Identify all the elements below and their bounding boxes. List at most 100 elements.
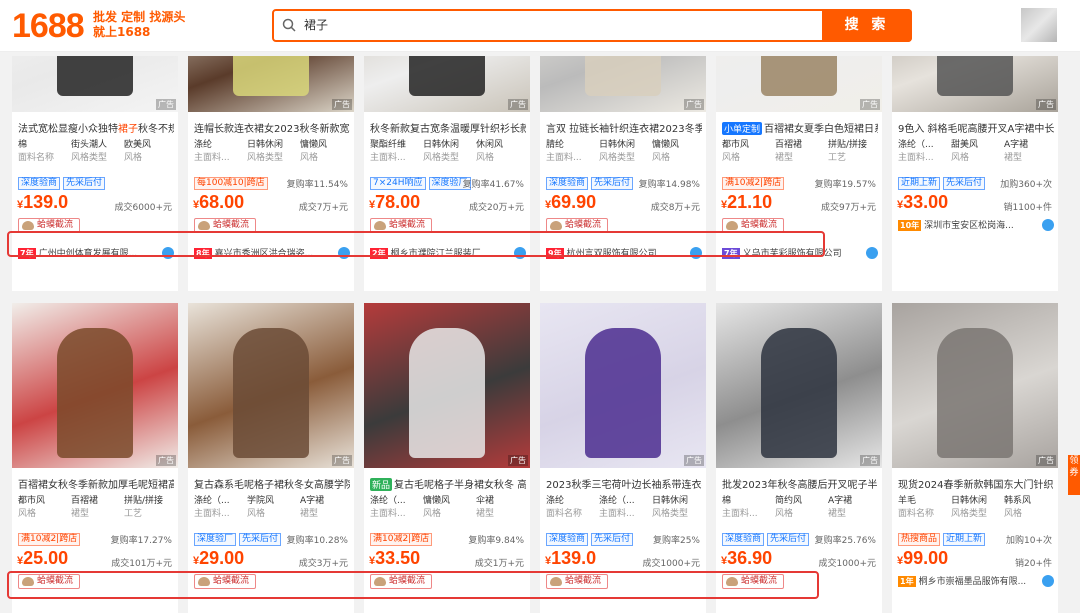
ad-tag: 广告 (684, 455, 704, 466)
toad-label-text: 蛤蟆截流 (213, 220, 250, 230)
attribute-key: 裙型 (300, 509, 319, 519)
shop-verified-icon (1042, 219, 1054, 231)
price-value: 29.00 (199, 548, 245, 568)
product-price: ¥36.90 (721, 548, 773, 568)
attribute-key: 风格 (18, 509, 37, 519)
toad-icon (726, 221, 738, 230)
product-card[interactable]: 广告 新品 复古毛呢格子半身裙女秋冬 高涤纶（... 主面料... 慵懒风 风格 伞裙 裙型满… (364, 303, 530, 613)
search-box[interactable]: 裙子 搜 索 (272, 9, 912, 42)
product-image[interactable]: 广告 (188, 56, 354, 112)
toad-icon (374, 221, 386, 230)
product-price: ¥33.50 (369, 548, 421, 568)
repurchase-rate: 复购率25% (652, 536, 700, 546)
attribute-key: 工艺 (124, 509, 143, 519)
product-image[interactable]: 广告 (540, 56, 706, 112)
attribute-value: 慵懒风 (300, 140, 328, 150)
product-title[interactable]: 秋冬新款复古宽条温暖厚针织衫长款 (370, 120, 526, 135)
slogan-line-1: 批发 定制 找源头 (93, 10, 186, 24)
product-title[interactable]: 法式宽松显瘦小众独特裙子秋冬不规 (18, 120, 174, 135)
sales-volume: 成交101万+元 (111, 559, 172, 569)
product-card[interactable]: 广告 百褶裙女秋冬季新款加厚毛呢短裙高 都市风 风格 百褶裙 裙型 拼贴/拼接 工艺 满10减2… (12, 303, 178, 613)
attribute-value: 慵懒风 (423, 496, 451, 506)
product-title[interactable]: 连帽长款连衣裙女2023秋冬新款宽松 (194, 120, 350, 135)
site-logo[interactable]: 1688 (12, 8, 85, 44)
attribute: 涤纶（... 主面料... (599, 495, 649, 523)
product-attributes: 涤纶（... 主面料... 甜美风 风格 A字裙 裙型 (898, 139, 1054, 167)
search-input[interactable]: 裙子 (304, 16, 328, 33)
attribute-value: 日韩休闲 (652, 496, 689, 506)
product-title[interactable]: 言双 拉链长袖针织连衣裙2023冬季 (546, 120, 702, 135)
product-image[interactable]: 广告 (540, 303, 706, 468)
attribute: 涤纶 面料名称 (546, 495, 596, 523)
product-image[interactable]: 广告 (12, 56, 178, 112)
product-title[interactable]: 2023秋季三宅荷叶边长袖系带连衣裙 (546, 476, 702, 491)
attribute-value: 涤纶 (194, 140, 213, 150)
attribute-key: 风格 (775, 509, 794, 519)
product-image[interactable]: 广告 (892, 56, 1058, 112)
service-badge: 每100减10|跨店 (194, 177, 268, 190)
product-title[interactable]: 小单定制 百褶裙女夏季白色短裙日系 (722, 120, 878, 135)
attribute-value: 欧美风 (124, 140, 152, 150)
attribute-key: 风格 (124, 153, 143, 163)
product-title[interactable]: 9色入 斜格毛呢高腰开叉A字裙中长... (898, 120, 1054, 135)
price-value: 139.0 (551, 548, 597, 568)
service-badges: 满10减2|跨店 (18, 533, 83, 546)
product-card[interactable]: 广告 现货2024春季新款韩国东大门针织... 羊毛 面料名称 日韩休闲 风格类型 韩系风风… (892, 303, 1058, 613)
attribute-key: 主面料... (370, 153, 406, 163)
title-text: 批发2023年秋冬高腰后开叉呢子半身裙 (722, 480, 878, 491)
sales-volume: 销20+件 (1015, 559, 1052, 569)
attribute: 拼贴/拼接 工艺 (828, 139, 878, 167)
price-value: 68.00 (199, 192, 245, 212)
attribute-key: 裙型 (1004, 153, 1023, 163)
side-coupon-tab[interactable]: 领 券 (1068, 455, 1080, 495)
product-image[interactable]: 广告 (188, 303, 354, 468)
product-title[interactable]: 批发2023年秋冬高腰后开叉呢子半身裙 (722, 476, 878, 491)
service-badge: 满10减2|跨店 (722, 177, 785, 190)
service-badges: 深度验厂 先采后付 (194, 533, 284, 546)
service-badge: 深度验商 (546, 533, 589, 546)
attribute-key: 风格 (247, 509, 266, 519)
attribute-key: 风格类型 (951, 509, 988, 519)
attribute-key: 裙型 (775, 153, 794, 163)
attribute-value: 百褶裙 (775, 140, 803, 150)
product-title[interactable]: 新品 复古毛呢格子半身裙女秋冬 高 (370, 476, 526, 491)
attribute: 聚酯纤维 主面料... (370, 139, 420, 167)
attribute: 涤纶（... 主面料... (370, 495, 420, 523)
product-image[interactable]: 广告 (716, 303, 882, 468)
repurchase-rate: 复购率10.28% (286, 536, 348, 546)
attribute-key: 风格 (652, 153, 671, 163)
ad-tag: 广告 (860, 99, 880, 110)
attribute: 日韩休闲 风格类型 (423, 139, 473, 167)
attribute-value: 涤纶 (546, 496, 565, 506)
product-image[interactable]: 广告 (716, 56, 882, 112)
sales-volume: 成交97万+元 (821, 203, 876, 213)
attribute: 日韩休闲 风格类型 (951, 495, 1001, 523)
product-image[interactable]: 广告 (364, 56, 530, 112)
product-title[interactable]: 复古森系毛呢格子裙秋冬女高腰学院 (194, 476, 350, 491)
attribute-value: 都市风 (18, 496, 46, 506)
ad-tag: 广告 (684, 99, 704, 110)
product-title[interactable]: 现货2024春季新款韩国东大门针织... (898, 476, 1054, 491)
toad-icon (198, 221, 210, 230)
shop-name-text: 桐乡市崇福墨品服饰有限... (918, 577, 1027, 587)
search-button[interactable]: 搜 索 (822, 9, 912, 42)
product-card[interactable]: 广告 9色入 斜格毛呢高腰开叉A字裙中长... 涤纶（... 主面料... 甜美风 风格 A… (892, 56, 1058, 291)
attribute: 都市风 风格 (722, 139, 772, 167)
attribute-key: 风格类型 (71, 153, 108, 163)
product-image[interactable]: 广告 (364, 303, 530, 468)
product-card[interactable]: 广告 复古森系毛呢格子裙秋冬女高腰学院 涤纶（... 主面料... 学院风 风格 A字裙 裙型… (188, 303, 354, 613)
attribute-key: 风格 (476, 153, 495, 163)
product-title[interactable]: 百褶裙女秋冬季新款加厚毛呢短裙高 (18, 476, 174, 491)
product-image[interactable]: 广告 (892, 303, 1058, 468)
shop-name[interactable]: 10年 深圳市宝安区松岗海... (898, 218, 1054, 231)
product-price: ¥33.00 (897, 192, 949, 212)
user-avatar[interactable] (1021, 8, 1057, 42)
shop-name[interactable]: 1年 桐乡市崇福墨品服饰有限... (898, 574, 1054, 587)
title-text: 秋冬新款复古宽条温暖厚针织衫长款 (370, 124, 526, 135)
product-image[interactable]: 广告 (12, 303, 178, 468)
product-card[interactable]: 广告批发2023年秋冬高腰后开叉呢子半身裙棉主面料...简约风风格A字裙裙型深度… (716, 303, 882, 613)
attribute-value: 都市风 (722, 140, 750, 150)
product-card[interactable]: 广告 2023秋季三宅荷叶边长袖系带连衣裙涤纶 面料名称 涤纶（... 主面料... 日韩… (540, 303, 706, 613)
price-value: 36.90 (727, 548, 773, 568)
product-price: ¥139.0 (17, 192, 69, 212)
